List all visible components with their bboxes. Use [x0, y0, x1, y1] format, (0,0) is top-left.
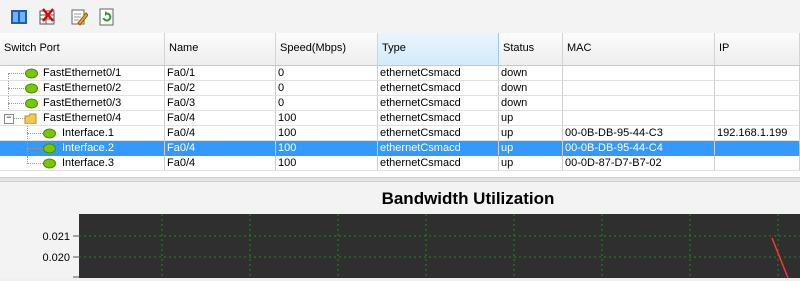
table-row[interactable]: − FastEthernet0/4 Fa0/4 100 ethernetCsmacd up — [0, 111, 800, 126]
cell-type: ethernetCsmacd — [378, 126, 499, 141]
column-header-speed[interactable]: Speed(Mbps) — [276, 33, 378, 65]
cell-mac — [563, 66, 715, 81]
cell-name: Fa0/2 — [165, 81, 276, 96]
tree-cell: FastEthernet0/1 — [0, 66, 165, 81]
column-header-name[interactable]: Name — [165, 33, 276, 65]
cell-type: ethernetCsmacd — [378, 156, 499, 171]
cell-name: Fa0/4 — [165, 111, 276, 126]
cell-ip — [715, 111, 800, 126]
y-tick-label: 0.021 — [42, 231, 70, 243]
folder-icon — [24, 113, 37, 124]
cell-ip — [715, 156, 800, 171]
cell-mac — [563, 96, 715, 111]
port-node-icon — [25, 98, 38, 109]
refresh-icon[interactable] — [98, 8, 116, 26]
cell-ip: 192.168.1.199 — [715, 126, 800, 141]
interface-node-icon — [43, 128, 56, 139]
cell-type: ethernetCsmacd — [378, 81, 499, 96]
interface-node-icon — [43, 158, 56, 169]
cell-name: Fa0/4 — [165, 141, 276, 156]
cell-status: down — [499, 66, 563, 81]
tree-cell: FastEthernet0/3 — [0, 96, 165, 111]
cell-name: Fa0/4 — [165, 126, 276, 141]
port-node-icon — [25, 68, 38, 79]
cell-speed: 0 — [276, 81, 378, 96]
switch-port-label: FastEthernet0/4 — [43, 112, 122, 124]
cell-status: down — [499, 81, 563, 96]
tree-cell: − FastEthernet0/4 — [0, 111, 165, 126]
bandwidth-chart-panel: Bandwidth Utilization 0.021 0.020 — [0, 182, 800, 279]
cell-speed: 0 — [276, 96, 378, 111]
cell-mac: 00-0B-DB-95-44-C4 — [563, 141, 715, 156]
cell-speed: 100 — [276, 156, 378, 171]
cell-speed: 0 — [276, 66, 378, 81]
column-header-switch-port[interactable]: Switch Port — [0, 33, 165, 65]
y-tick-label: 0.020 — [42, 252, 70, 264]
plot-area — [79, 214, 800, 278]
cell-status: up — [499, 141, 563, 156]
switch-port-label: FastEthernet0/2 — [43, 82, 122, 94]
table-row[interactable]: FastEthernet0/3 Fa0/3 0 ethernetCsmacd down — [0, 96, 800, 111]
cell-speed: 100 — [276, 126, 378, 141]
switch-port-label: FastEthernet0/3 — [43, 97, 122, 109]
cell-status: up — [499, 126, 563, 141]
cell-ip — [715, 141, 800, 156]
cell-ip — [715, 81, 800, 96]
cell-mac: 00-0B-DB-95-44-C3 — [563, 126, 715, 141]
cell-name: Fa0/1 — [165, 66, 276, 81]
cell-mac — [563, 111, 715, 126]
cell-ip — [715, 66, 800, 81]
tree-cell: Interface.3 — [0, 156, 165, 171]
cell-status: down — [499, 96, 563, 111]
cell-name: Fa0/4 — [165, 156, 276, 171]
switch-port-label: Interface.1 — [62, 127, 114, 139]
columns-icon[interactable] — [10, 8, 28, 26]
table-row[interactable]: Interface.2 Fa0/4 100 ethernetCsmacd up 00-0B… — [0, 141, 800, 156]
tree-cell: Interface.1 — [0, 126, 165, 141]
cell-name: Fa0/3 — [165, 96, 276, 111]
collapse-toggle-icon[interactable]: − — [4, 114, 14, 124]
cell-type: ethernetCsmacd — [378, 96, 499, 111]
cell-type: ethernetCsmacd — [378, 111, 499, 126]
tree-cell: Interface.2 — [0, 141, 165, 156]
table-row[interactable]: Interface.1 Fa0/4 100 ethernetCsmacd up 00-0B… — [0, 126, 800, 141]
port-node-icon — [25, 83, 38, 94]
tree-cell: FastEthernet0/2 — [0, 81, 165, 96]
cell-status: up — [499, 156, 563, 171]
column-header-ip[interactable]: IP — [715, 33, 800, 65]
cell-mac — [563, 81, 715, 96]
chart-title: Bandwidth Utilization — [382, 189, 555, 208]
cell-status: up — [499, 111, 563, 126]
cell-ip — [715, 96, 800, 111]
column-header-type[interactable]: Type — [378, 33, 499, 65]
cell-mac: 00-0D-87-D7-B7-02 — [563, 156, 715, 171]
switch-port-label: Interface.2 — [62, 142, 114, 154]
cell-type: ethernetCsmacd — [378, 66, 499, 81]
table-delete-icon[interactable] — [38, 8, 56, 26]
cell-speed: 100 — [276, 111, 378, 126]
port-table: Switch Port Name Speed(Mbps) Type Status MAC I… — [0, 33, 800, 177]
switch-port-label: FastEthernet0/1 — [43, 67, 122, 79]
cell-type: ethernetCsmacd — [378, 141, 499, 156]
edit-pencil-icon[interactable] — [70, 8, 88, 26]
interface-node-icon — [43, 143, 56, 154]
bandwidth-chart: Bandwidth Utilization 0.021 0.020 — [42, 189, 800, 279]
table-header: Switch Port Name Speed(Mbps) Type Status MAC I… — [0, 33, 800, 66]
cell-speed: 100 — [276, 141, 378, 156]
table-row[interactable]: FastEthernet0/2 Fa0/2 0 ethernetCsmacd down — [0, 81, 800, 96]
column-header-mac[interactable]: MAC — [563, 33, 715, 65]
switch-port-label: Interface.3 — [62, 157, 114, 169]
table-row[interactable]: FastEthernet0/1 Fa0/1 0 ethernetCsmacd down — [0, 66, 800, 81]
table-row[interactable]: Interface.3 Fa0/4 100 ethernetCsmacd up 00-0D… — [0, 156, 800, 171]
toolbar — [0, 0, 800, 33]
column-header-status[interactable]: Status — [499, 33, 563, 65]
